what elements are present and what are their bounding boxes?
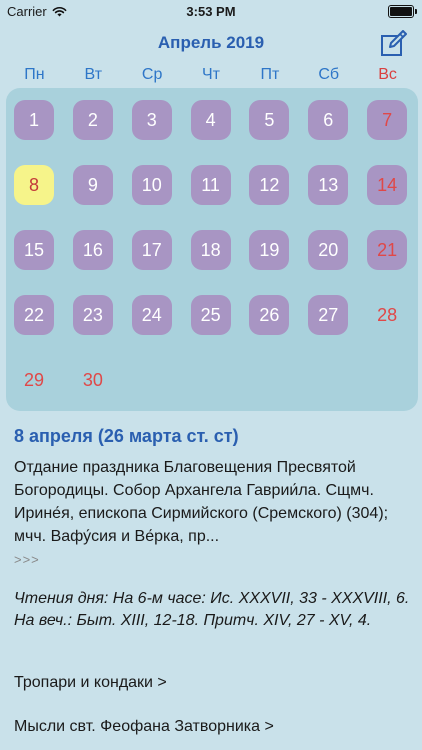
calendar-day[interactable]: 1 bbox=[14, 100, 54, 140]
weekday-thu: Чт bbox=[202, 66, 220, 83]
calendar-day[interactable]: 11 bbox=[190, 165, 231, 205]
calendar-day[interactable]: 19 bbox=[249, 230, 290, 270]
theophan-thoughts-link[interactable]: Мысли свт. Феофана Затворника > bbox=[14, 718, 274, 736]
calendar-day[interactable]: 29 bbox=[14, 360, 54, 400]
calendar-day[interactable]: 30 bbox=[73, 360, 113, 400]
calendar-day[interactable]: 6 bbox=[308, 100, 349, 140]
calendar-day[interactable]: 28 bbox=[367, 295, 407, 335]
month-title: Апрель 2019 bbox=[157, 33, 265, 52]
weekday-header: Пн Вт Ср Чт Пт Сб Вс bbox=[5, 66, 417, 88]
calendar-day[interactable]: 26 bbox=[249, 295, 290, 335]
calendar-day[interactable]: 7 bbox=[367, 100, 408, 140]
edit-button[interactable] bbox=[380, 30, 408, 58]
calendar-day[interactable]: 15 bbox=[14, 230, 54, 270]
weekday-sat: Сб bbox=[318, 66, 340, 83]
edit-icon bbox=[381, 30, 407, 56]
weekday-tue: Вт bbox=[84, 66, 103, 83]
calendar-day[interactable]: 5 bbox=[249, 100, 290, 140]
calendar-day[interactable]: 21 bbox=[367, 230, 408, 270]
calendar-day[interactable]: 8 bbox=[14, 165, 54, 205]
calendar-day[interactable]: 4 bbox=[190, 100, 231, 140]
calendar-day[interactable]: 10 bbox=[131, 165, 172, 205]
daily-readings: Чтения дня: На 6-м часе: Ис. XXXVII, 33 … bbox=[14, 590, 410, 629]
weekday-fri: Пт bbox=[260, 66, 280, 83]
status-time: 3:53 PM bbox=[186, 4, 236, 19]
calendar-day[interactable]: 16 bbox=[72, 230, 113, 270]
calendar-day[interactable]: 20 bbox=[308, 230, 349, 270]
calendar-day[interactable]: 18 bbox=[190, 230, 231, 270]
calendar-day[interactable]: 25 bbox=[190, 295, 231, 335]
calendar-day[interactable]: 3 bbox=[131, 100, 172, 140]
weekday-wed: Ср bbox=[141, 66, 163, 83]
troparia-link[interactable]: Тропари и кондаки > bbox=[14, 674, 167, 692]
calendar-day[interactable]: 17 bbox=[131, 230, 172, 270]
calendar-day[interactable]: 9 bbox=[72, 165, 113, 205]
status-bar: Carrier 3:53 PM bbox=[0, 0, 422, 24]
feast-description: Отдание праздника Благовещения Пресвятой… bbox=[14, 459, 389, 545]
weekday-mon: Пн bbox=[24, 66, 45, 83]
calendar-day[interactable]: 22 bbox=[14, 295, 54, 335]
calendar-day[interactable]: 24 bbox=[131, 295, 172, 335]
calendar-day[interactable]: 14 bbox=[367, 165, 408, 205]
weekday-sun: Вс bbox=[378, 66, 397, 83]
more-link[interactable]: >>> bbox=[14, 552, 40, 567]
calendar-day[interactable]: 2 bbox=[72, 100, 113, 140]
calendar-day[interactable]: 12 bbox=[249, 165, 290, 205]
calendar-day[interactable]: 27 bbox=[308, 295, 349, 335]
battery-icon bbox=[388, 5, 417, 18]
calendar-day[interactable]: 23 bbox=[72, 295, 113, 335]
calendar-grid: 1 2 3 4 5 6 7 8 9 10 11 12 13 14 15 16 17 18 19 20 21 22 23 24 2… bbox=[6, 88, 418, 411]
selected-date-heading: 8 апреля (26 марта ст. ст) bbox=[14, 426, 239, 446]
calendar-day[interactable]: 13 bbox=[308, 165, 349, 205]
